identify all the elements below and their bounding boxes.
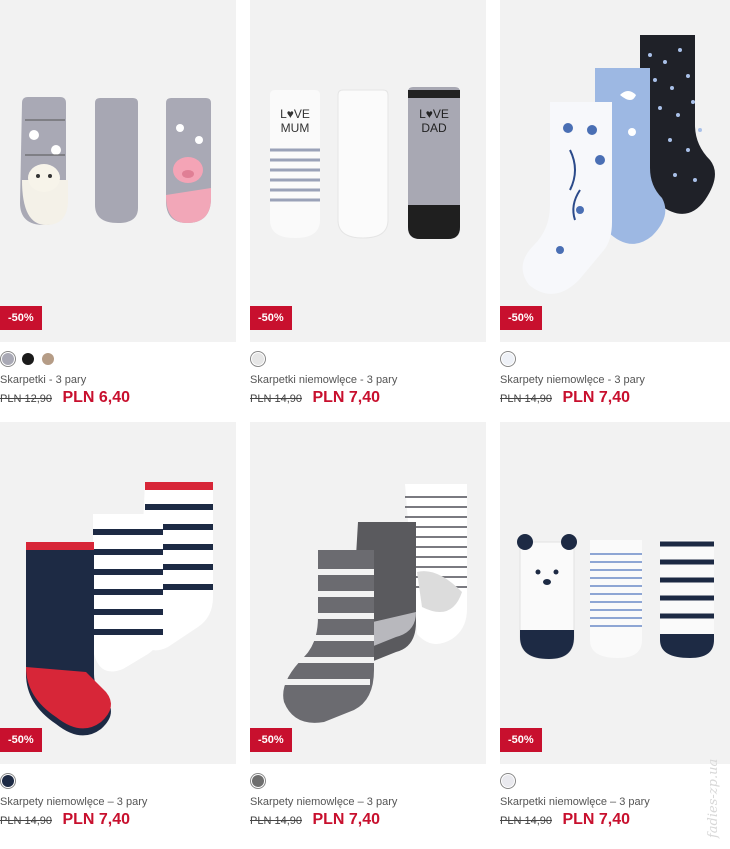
color-swatch[interactable] (2, 353, 14, 365)
socks-illustration (26, 482, 213, 736)
product-image[interactable]: -50% (0, 422, 236, 764)
color-swatch[interactable] (502, 353, 514, 365)
product-name[interactable]: Skarpety niemowlęce - 3 pary (500, 374, 730, 386)
product-name[interactable]: Skarpety niemowlęce – 3 pary (250, 796, 486, 808)
socks-illustration (280, 484, 467, 723)
discount-badge: -50% (250, 306, 292, 330)
price-row: PLN 14,90 PLN 7,40 (0, 811, 236, 829)
sock-text: L♥VE (280, 107, 310, 121)
product-name[interactable]: Skarpetki niemowlęce – 3 pary (500, 796, 730, 808)
product-name[interactable]: Skarpetki - 3 pary (0, 374, 236, 386)
product-card[interactable]: -50% Skarpetki niemowlęce – 3 pary PLN 1… (500, 422, 730, 829)
old-price: PLN 14,90 (250, 393, 302, 405)
product-card[interactable]: -50% Skarpety niemowlęce - 3 pary PLN 14… (500, 0, 730, 407)
product-card[interactable]: -50% Skarpety niemowlęce – 3 pary PLN 14… (250, 422, 486, 829)
discount-badge: -50% (250, 728, 292, 752)
old-price: PLN 14,90 (250, 815, 302, 827)
color-swatch[interactable] (252, 353, 264, 365)
discount-badge: -50% (0, 728, 42, 752)
price-row: PLN 14,90 PLN 7,40 (500, 389, 730, 407)
sale-price: PLN 6,40 (62, 389, 131, 406)
color-swatches (500, 770, 730, 792)
socks-illustration (20, 97, 211, 225)
sale-price: PLN 7,40 (62, 811, 131, 828)
discount-badge: -50% (500, 306, 542, 330)
color-swatch[interactable] (22, 353, 34, 365)
color-swatch[interactable] (502, 775, 514, 787)
socks-illustration: L♥VE MUM L♥VE DAD (270, 87, 460, 239)
socks-illustration (517, 534, 714, 660)
discount-badge: -50% (0, 306, 42, 330)
old-price: PLN 14,90 (0, 815, 52, 827)
product-image[interactable]: -50% (0, 0, 236, 342)
sale-price: PLN 7,40 (312, 389, 381, 406)
color-swatches (250, 770, 486, 792)
sale-price: PLN 7,40 (312, 811, 381, 828)
color-swatch[interactable] (42, 353, 54, 365)
socks-illustration (522, 35, 715, 294)
old-price: PLN 12,90 (0, 393, 52, 405)
product-name[interactable]: Skarpety niemowlęce – 3 pary (0, 796, 236, 808)
watermark: fadies-zp.ua (706, 758, 721, 838)
price-row: PLN 14,90 PLN 7,40 (250, 811, 486, 829)
color-swatches (0, 770, 236, 792)
product-image[interactable]: -50% (500, 422, 730, 764)
discount-badge: -50% (500, 728, 542, 752)
color-swatch[interactable] (252, 775, 264, 787)
old-price: PLN 14,90 (500, 393, 552, 405)
product-name[interactable]: Skarpetki niemowlęce - 3 pary (250, 374, 486, 386)
sale-price: PLN 7,40 (562, 389, 631, 406)
product-card[interactable]: L♥VE MUM L♥VE DAD -50% Skarpetki niemowl… (250, 0, 486, 407)
product-image[interactable]: -50% (500, 0, 730, 342)
color-swatches (250, 348, 486, 370)
sock-text: DAD (421, 121, 447, 135)
color-swatches (500, 348, 730, 370)
price-row: PLN 14,90 PLN 7,40 (250, 389, 486, 407)
product-image[interactable]: -50% (250, 422, 486, 764)
sock-text: L♥VE (419, 107, 449, 121)
price-row: PLN 14,90 PLN 7,40 (500, 811, 730, 829)
sale-price: PLN 7,40 (562, 811, 631, 828)
product-grid: -50% Skarpetki - 3 pary PLN 12,90 PLN 6,… (0, 0, 730, 849)
color-swatches (0, 348, 236, 370)
price-row: PLN 12,90 PLN 6,40 (0, 389, 236, 407)
product-card[interactable]: -50% Skarpetki - 3 pary PLN 12,90 PLN 6,… (0, 0, 236, 407)
sock-text: MUM (281, 121, 310, 135)
product-image[interactable]: L♥VE MUM L♥VE DAD -50% (250, 0, 486, 342)
old-price: PLN 14,90 (500, 815, 552, 827)
color-swatch[interactable] (2, 775, 14, 787)
product-card[interactable]: -50% Skarpety niemowlęce – 3 pary PLN 14… (0, 422, 236, 829)
